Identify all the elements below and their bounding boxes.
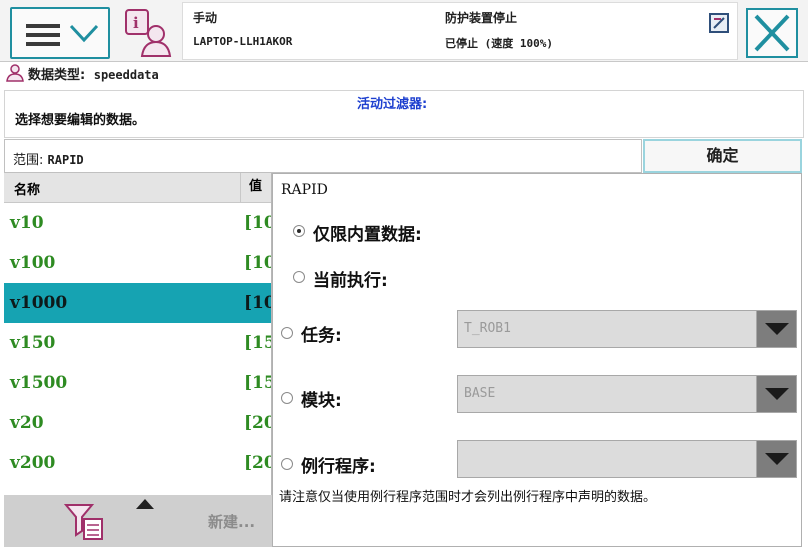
item-value: [10 — [244, 293, 271, 313]
item-name: v200 — [10, 453, 56, 473]
list-item[interactable]: v200 [20 — [4, 443, 271, 483]
item-value: [10 — [244, 213, 271, 233]
column-header-name[interactable]: 名称 — [14, 179, 40, 198]
new-button[interactable]: 新建... — [208, 511, 255, 532]
scope-row[interactable]: 范围: RAPID — [4, 139, 642, 173]
item-value: [20 — [244, 413, 271, 433]
instruction-panel: 活动过滤器: 选择想要编辑的数据。 — [4, 90, 804, 138]
operating-mode: 手动 — [193, 11, 218, 25]
item-value: [15 — [244, 333, 271, 353]
radio-builtin-only[interactable] — [293, 225, 305, 237]
scroll-up-icon[interactable] — [136, 499, 154, 509]
item-value: [20 — [244, 453, 271, 473]
bottom-toolbar: 新建... — [4, 495, 272, 547]
radio-current-execution[interactable] — [293, 271, 305, 283]
list-header: 名称 值 — [4, 173, 271, 203]
option-builtin-only-label[interactable]: 仅限内置数据: — [313, 220, 422, 245]
column-header-value[interactable]: 值 — [240, 173, 271, 203]
chevron-down-icon — [69, 24, 99, 43]
item-value: [15 — [244, 373, 271, 393]
scope-filter-popup: RAPID 仅限内置数据: 当前执行: 任务: T_ROB1 模块: BASE … — [272, 173, 802, 547]
item-name: v1500 — [10, 373, 68, 393]
scope-label: 范围: — [13, 153, 44, 168]
datatype-row: 数据类型: speeddata — [6, 64, 159, 86]
task-dropdown-value: T_ROB1 — [464, 321, 511, 336]
module-dropdown-value: BASE — [464, 386, 496, 401]
popup-title: RAPID — [281, 182, 328, 198]
item-name: v10 — [10, 213, 44, 233]
close-icon — [754, 14, 790, 52]
close-button[interactable] — [746, 8, 798, 58]
item-value: [10 — [244, 253, 271, 273]
event-log-icon[interactable]: i — [122, 8, 174, 58]
scope-text: 范围: RAPID — [13, 149, 84, 168]
radio-module[interactable] — [281, 392, 293, 404]
option-current-execution-label[interactable]: 当前执行: — [313, 266, 388, 291]
list-item[interactable]: v1500 [15 — [4, 363, 271, 403]
scope-value: RAPID — [47, 153, 84, 167]
controller-name: LAPTOP-LLH1AKOR — [193, 35, 293, 48]
instruction-text: 选择想要编辑的数据。 — [15, 113, 146, 128]
module-dropdown[interactable]: BASE — [457, 375, 797, 413]
item-name: v150 — [10, 333, 56, 353]
routine-scope-note: 请注意仅当使用例行程序范围时才会列出例行程序中声明的数据。 — [279, 490, 657, 505]
list-item-selected[interactable]: v1000 [10 — [4, 283, 271, 323]
safety-status: 防护装置停止 — [445, 11, 518, 25]
item-name: v1000 — [10, 293, 68, 313]
option-task-label[interactable]: 任务: — [301, 321, 342, 346]
routine-dropdown[interactable] — [457, 440, 797, 478]
task-dropdown[interactable]: T_ROB1 — [457, 310, 797, 348]
list-item[interactable]: v20 [20 — [4, 403, 271, 443]
list-item[interactable]: v150 [15 — [4, 323, 271, 363]
main-menu-button[interactable] — [10, 7, 110, 59]
program-status-icon — [709, 13, 729, 33]
option-routine-label[interactable]: 例行程序: — [301, 452, 376, 477]
datatype-value: speeddata — [93, 68, 159, 82]
radio-task[interactable] — [281, 327, 293, 339]
svg-text:i: i — [133, 14, 139, 32]
item-name: v20 — [10, 413, 44, 433]
top-bar: i 手动 LAPTOP-LLH1AKOR 防护装置停止 已停止 (速度 100%… — [0, 0, 808, 62]
filter-icon[interactable] — [64, 501, 104, 541]
datatype-label: 数据类型: — [28, 68, 86, 83]
ok-button[interactable]: 确定 — [643, 139, 802, 173]
status-panel: 手动 LAPTOP-LLH1AKOR 防护装置停止 已停止 (速度 100%) — [182, 2, 738, 60]
option-module-label[interactable]: 模块: — [301, 386, 342, 411]
list-item[interactable]: v100 [10 — [4, 243, 271, 283]
hamburger-icon — [26, 24, 60, 46]
data-user-icon — [6, 64, 24, 82]
radio-routine[interactable] — [281, 458, 293, 470]
list-item[interactable]: v10 [10 — [4, 203, 271, 243]
active-filter-label: 活动过滤器: — [357, 97, 428, 112]
data-list: 名称 值 v10 [10 v100 [10 v1000 [10 v150 [15… — [4, 173, 272, 495]
item-name: v100 — [10, 253, 56, 273]
run-status: 已停止 (速度 100%) — [445, 37, 553, 50]
dropdown-arrow-icon[interactable] — [756, 376, 796, 412]
dropdown-arrow-icon[interactable] — [756, 441, 796, 477]
dropdown-arrow-icon[interactable] — [756, 311, 796, 347]
